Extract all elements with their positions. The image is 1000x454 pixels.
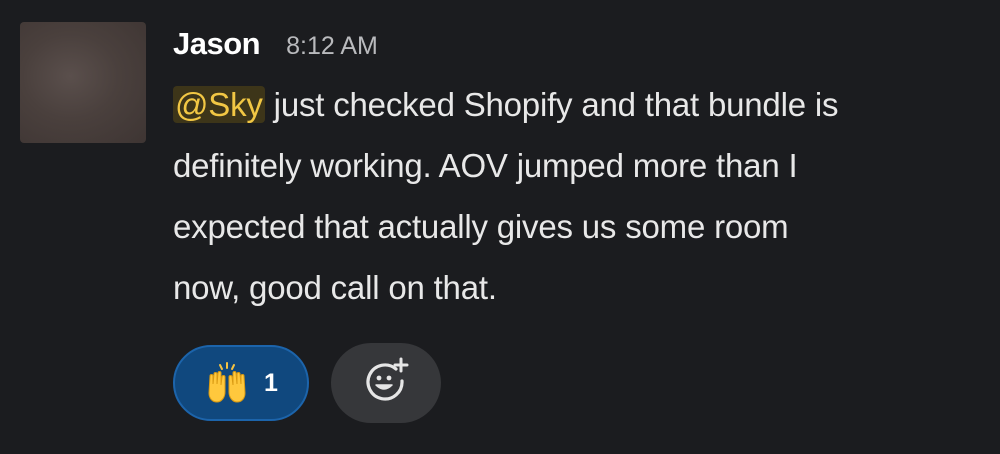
- message-text-line-4: now, good call on that.: [173, 269, 497, 306]
- message-text-line-1: just checked Shopify and that bundle is: [264, 86, 839, 123]
- message-text-line-2: definitely working. AOV jumped more than…: [173, 147, 798, 184]
- reactions-bar: 1: [173, 343, 441, 423]
- avatar[interactable]: [20, 22, 146, 143]
- reaction-count: 1: [264, 368, 278, 397]
- add-reaction-button[interactable]: [331, 343, 441, 423]
- author-name[interactable]: Jason: [173, 26, 261, 62]
- message-content: Jason 8:12 AM @Sky just checked Shopify …: [173, 26, 973, 318]
- reaction-raised-hands[interactable]: 1: [173, 345, 309, 421]
- message-line-1: @Sky just checked Shopify and that bundl…: [173, 74, 973, 135]
- message-text-line-3: expected that actually gives us some roo…: [173, 208, 789, 245]
- message-timestamp[interactable]: 8:12 AM: [286, 32, 378, 61]
- chat-message: Jason 8:12 AM @Sky just checked Shopify …: [0, 0, 1000, 454]
- raised-hands-icon: [204, 360, 250, 406]
- add-reaction-icon: [360, 355, 412, 412]
- message-header: Jason 8:12 AM: [173, 26, 973, 74]
- user-mention[interactable]: @Sky: [173, 86, 265, 123]
- message-body: @Sky just checked Shopify and that bundl…: [173, 74, 973, 318]
